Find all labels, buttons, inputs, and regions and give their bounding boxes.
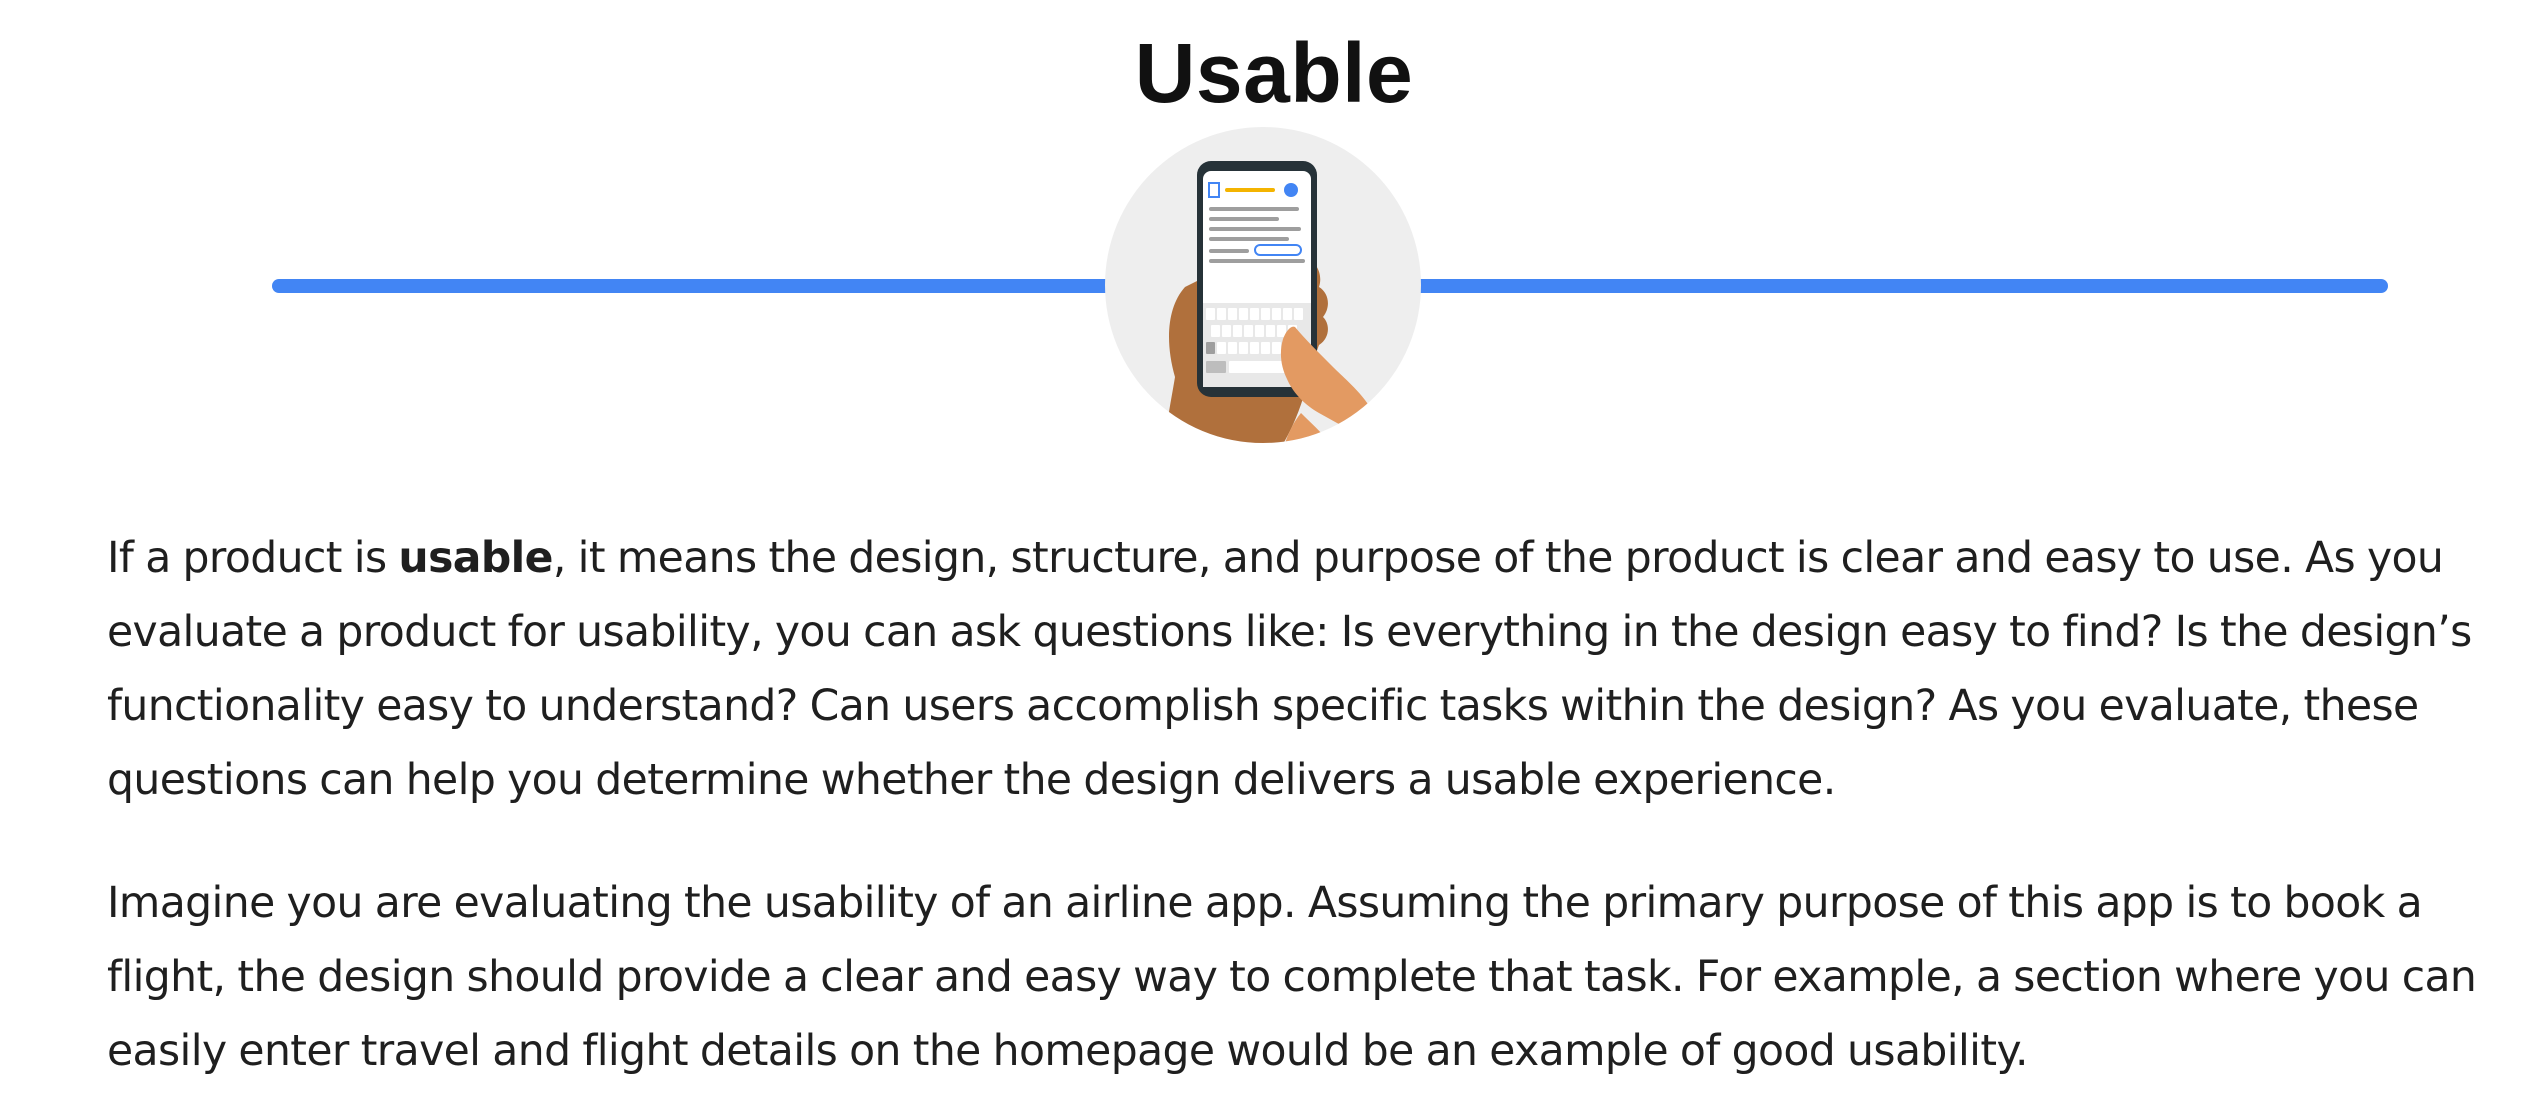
page: Usable If a product is usable, it means … — [0, 0, 2548, 1104]
page-title: Usable — [1134, 26, 1414, 120]
usable-keyword: usable — [398, 534, 553, 583]
paragraph-text: If a product is — [107, 534, 399, 583]
body-content: If a product is usable, it means the des… — [107, 522, 2537, 1089]
paragraph-airline-example: Imagine you are evaluating the usability… — [107, 879, 2477, 1076]
paragraph-usable-definition: If a product is usable, it means the des… — [107, 522, 2537, 818]
hand-holding-phone-icon — [1105, 127, 1421, 443]
